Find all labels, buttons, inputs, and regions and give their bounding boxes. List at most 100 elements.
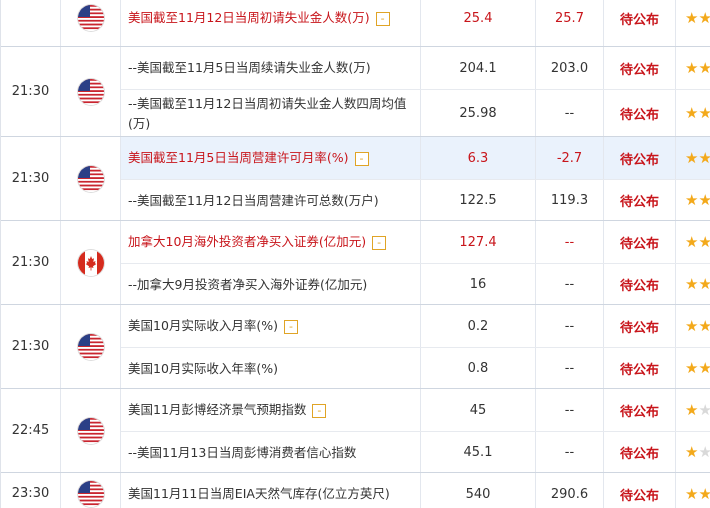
event-time: 21:30 [1,137,61,220]
indicator-name-cell: --美国截至11月12日当周初请失业金人数四周均值(万) [121,90,421,137]
event-group: 21:30美国10月实际收入月率(%)-0.2--待公布★★★美国10月实际收入… [1,304,710,389]
importance-rating: ★★★ [676,473,710,508]
us-flag-icon [77,480,104,507]
expand-toggle-icon[interactable]: - [312,403,327,418]
flag-cell [61,221,121,304]
star-filled-icon: ★ [685,400,699,419]
star-filled-icon: ★ [685,316,699,335]
event-time [1,0,61,46]
table-row[interactable]: --加拿大9月投资者净买入海外证券(亿加元) 16--待公布★★★ [121,263,710,305]
table-row[interactable]: 美国11月彭博经济景气预期指数- 45--待公布★★★ [121,389,710,431]
star-filled-icon: ★ [698,150,710,166]
indicator-name: --美国截至11月12日当周初请失业金人数四周均值(万) [128,95,407,131]
indicator-name-cell: --美国截至11月12日当周营建许可总数(万户) [121,180,421,221]
indicator-name-cell: --美国截至11月5日当周续请失业金人数(万) [121,47,421,89]
indicator-name: 美国11月彭博经济景气预期指数 - [128,400,327,420]
actual-status: 待公布 [604,432,676,473]
indicator-name-cell: 美国10月实际收入月率(%) - [121,305,421,347]
us-flag-icon [77,5,104,31]
actual-status: 待公布 [604,221,676,263]
expand-toggle-icon[interactable]: - [375,11,390,26]
indicator-name-cell: --美国11月13日当周彭博消费者信心指数 [121,432,421,473]
flag-cell [61,389,121,472]
indicator-name: --美国11月13日当周彭博消费者信心指数 [128,444,357,460]
flag-cell [61,305,121,388]
event-time: 23:30 [1,473,61,508]
table-row[interactable]: --美国11月13日当周彭博消费者信心指数 45.1--待公布★★★ [121,431,710,473]
event-group: 22:45美国11月彭博经济景气预期指数-45--待公布★★★--美国11月13… [1,388,710,473]
event-time: 22:45 [1,389,61,472]
star-filled-icon: ★ [685,148,699,167]
actual-status: 待公布 [604,305,676,347]
indicator-name: 美国截至11月12日当周初请失业金人数(万) - [128,8,390,28]
star-filled-icon: ★ [685,232,699,251]
forecast-value: 203.0 [536,47,604,89]
us-flag-icon [77,165,104,192]
table-row[interactable]: 加拿大10月海外投资者净买入证券(亿加元)- 127.4--待公布★★★ [121,221,710,263]
table-row[interactable]: 美国10月实际收入年率(%) 0.8--待公布★★★ [121,347,710,389]
us-flag-icon [77,417,104,444]
indicator-name: 美国截至11月5日当周营建许可月率(%) - [128,148,369,168]
importance-rating: ★★★ [676,137,710,179]
economic-calendar-table: 美国截至11月12日当周初请失业金人数(万)-25.425.7待公布★★★21:… [0,0,710,508]
us-flag-icon [77,333,104,360]
star-filled-icon: ★ [698,277,710,292]
star-filled-icon: ★ [698,361,710,376]
table-row[interactable]: 美国11月11日当周EIA天然气库存(亿立方英尺) 540290.6待公布★★★ [121,473,710,508]
table-row[interactable]: 美国截至11月12日当周初请失业金人数(万)- 25.425.7待公布★★★ [121,0,710,46]
actual-status: 待公布 [604,348,676,389]
star-empty-icon: ★ [698,445,710,460]
indicator-name-cell: 美国11月彭博经济景气预期指数 - [121,389,421,431]
star-filled-icon: ★ [685,275,699,293]
actual-status: 待公布 [604,180,676,221]
importance-rating: ★★★ [676,0,710,46]
expand-toggle-icon[interactable]: - [372,235,387,250]
expand-toggle-icon[interactable]: - [284,319,299,334]
expand-toggle-icon[interactable]: - [354,151,369,166]
actual-status: 待公布 [604,264,676,305]
forecast-value: -- [536,264,604,305]
importance-rating: ★★★ [676,305,710,347]
star-filled-icon: ★ [685,359,699,377]
importance-rating: ★★★ [676,221,710,263]
flag-cell [61,137,121,220]
star-filled-icon: ★ [698,193,710,208]
forecast-value: -- [536,432,604,473]
star-filled-icon: ★ [698,106,710,121]
forecast-value: 290.6 [536,473,604,508]
event-time: 21:30 [1,47,61,136]
table-row[interactable]: 美国10月实际收入月率(%)- 0.2--待公布★★★ [121,305,710,347]
previous-value: 204.1 [421,47,536,89]
event-group: 23:30 美国11月11日当周EIA天然气库存(亿立方英尺) 540 290.6 待公… [1,472,710,508]
previous-value: 0.2 [421,305,536,347]
star-filled-icon: ★ [685,484,699,503]
flag-cell [61,0,121,46]
table-row[interactable]: --美国截至11月12日当周营建许可总数(万户) 122.5119.3待公布★★★ [121,179,710,221]
table-row[interactable]: --美国截至11月12日当周初请失业金人数四周均值(万)25.98--待公布★★… [121,89,710,137]
importance-rating: ★★★ [676,180,710,221]
actual-status: 待公布 [604,137,676,179]
star-filled-icon: ★ [685,104,699,122]
event-group: 21:30 --美国截至11月5日当周续请失业金人数(万) 204.1 203.0 待公… [1,46,710,137]
table-row[interactable]: --美国截至11月5日当周续请失业金人数(万) 204.1203.0待公布★★★ [121,47,710,89]
table-row[interactable]: 美国截至11月5日当周营建许可月率(%)- 6.3-2.7待公布★★★ [121,137,710,179]
flag-cell [61,473,121,508]
previous-value: 127.4 [421,221,536,263]
actual-status: 待公布 [604,473,676,508]
indicator-name-cell: 美国11月11日当周EIA天然气库存(亿立方英尺) [121,473,421,508]
forecast-value: -- [536,90,604,137]
star-filled-icon: ★ [698,10,710,26]
indicator-name: --美国截至11月12日当周营建许可总数(万户) [128,192,379,208]
indicator-name-cell: 美国10月实际收入年率(%) [121,348,421,389]
previous-value: 16 [421,264,536,305]
importance-rating: ★★★ [676,90,710,137]
actual-status: 待公布 [604,0,676,46]
importance-rating: ★★★ [676,264,710,305]
previous-value: 45.1 [421,432,536,473]
indicator-name: 加拿大10月海外投资者净买入证券(亿加元) - [128,232,387,252]
actual-status: 待公布 [604,90,676,137]
previous-value: 45 [421,389,536,431]
actual-status: 待公布 [604,389,676,431]
star-filled-icon: ★ [685,443,699,461]
event-group: 21:30加拿大10月海外投资者净买入证券(亿加元)-127.4--待公布★★★… [1,220,710,305]
